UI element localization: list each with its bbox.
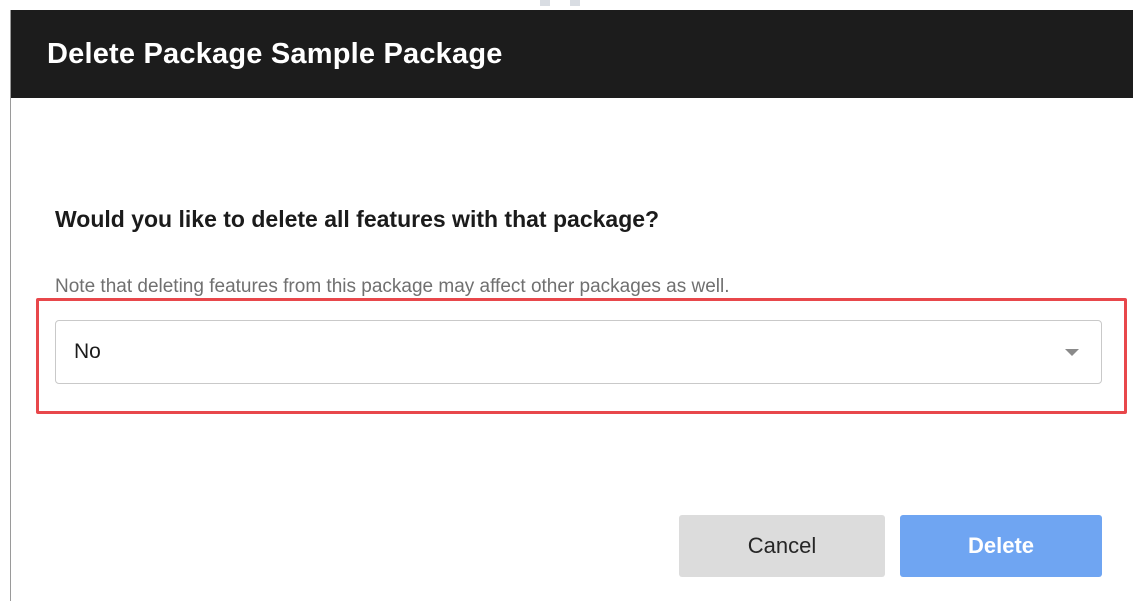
dialog-header: Delete Package Sample Package (11, 10, 1133, 98)
delete-button[interactable]: Delete (900, 515, 1102, 577)
background-element (540, 0, 550, 6)
delete-features-question: Would you like to delete all features wi… (55, 206, 660, 232)
delete-package-dialog: Delete Package Sample Package Would you … (10, 10, 1133, 601)
cancel-button[interactable]: Cancel (679, 515, 885, 577)
select-value: No (74, 340, 101, 363)
background-element (570, 0, 580, 6)
chevron-down-icon (1065, 348, 1079, 356)
delete-features-select[interactable]: No (55, 320, 1102, 384)
delete-features-note: Note that deleting features from this pa… (55, 276, 730, 297)
dialog-title: Delete Package Sample Package (47, 37, 503, 70)
